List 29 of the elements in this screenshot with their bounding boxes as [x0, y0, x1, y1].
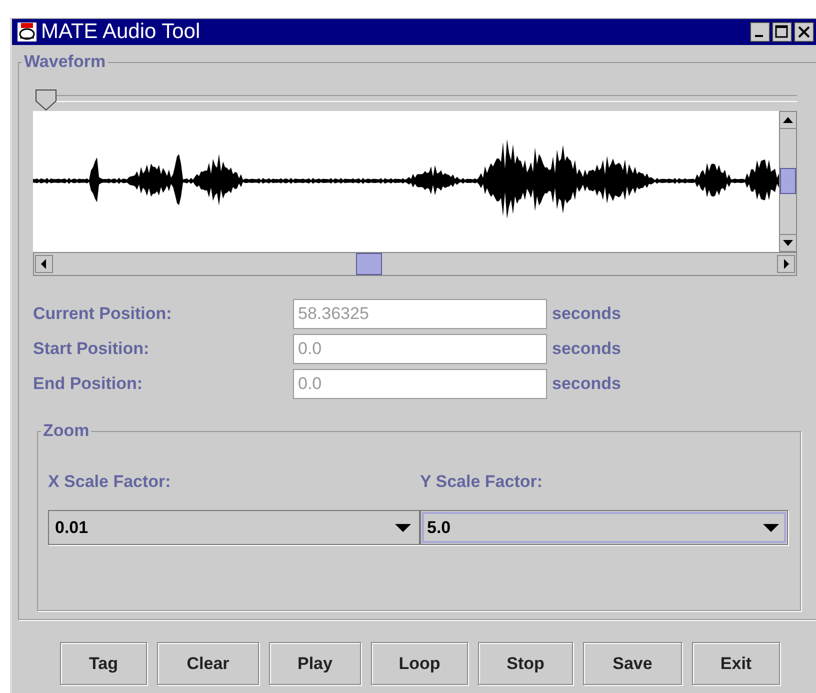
unit-label: seconds [552, 338, 622, 358]
caret-icon [395, 522, 411, 532]
action-button[interactable]: Clear [157, 642, 259, 685]
scale-dropdown[interactable]: 5.0 [420, 510, 788, 545]
caret-icon [763, 522, 779, 532]
action-button[interactable]: Play [269, 642, 361, 685]
scroll-left-button[interactable] [35, 255, 53, 273]
scale-label: Y Scale Factor: [420, 472, 544, 492]
action-button[interactable]: Exit [692, 642, 780, 685]
field-label: Current Position: [33, 304, 173, 324]
unit-label: seconds [552, 304, 622, 324]
action-button[interactable]: Loop [371, 642, 468, 685]
scale-label: X Scale Factor: [48, 472, 172, 492]
scale-dropdown[interactable]: 0.01 [48, 510, 420, 545]
horizontal-scrollbar[interactable] [33, 252, 797, 276]
minimize-button[interactable] [750, 22, 770, 42]
action-button[interactable]: Tag [60, 642, 147, 685]
window-title: MATE Audio Tool [41, 20, 202, 44]
field-label: End Position: [33, 374, 144, 394]
vertical-scrollbar[interactable] [779, 111, 797, 252]
scroll-right-button[interactable] [777, 255, 795, 273]
action-button[interactable]: Stop [478, 642, 573, 685]
close-button[interactable] [794, 22, 814, 42]
scrollbar-thumb[interactable] [356, 253, 382, 275]
unit-label: seconds [552, 374, 622, 394]
field-label: Start Position: [33, 338, 150, 358]
scrollbar-thumb[interactable] [780, 168, 796, 194]
action-button[interactable]: Save [583, 642, 682, 685]
maximize-button[interactable] [772, 22, 792, 42]
